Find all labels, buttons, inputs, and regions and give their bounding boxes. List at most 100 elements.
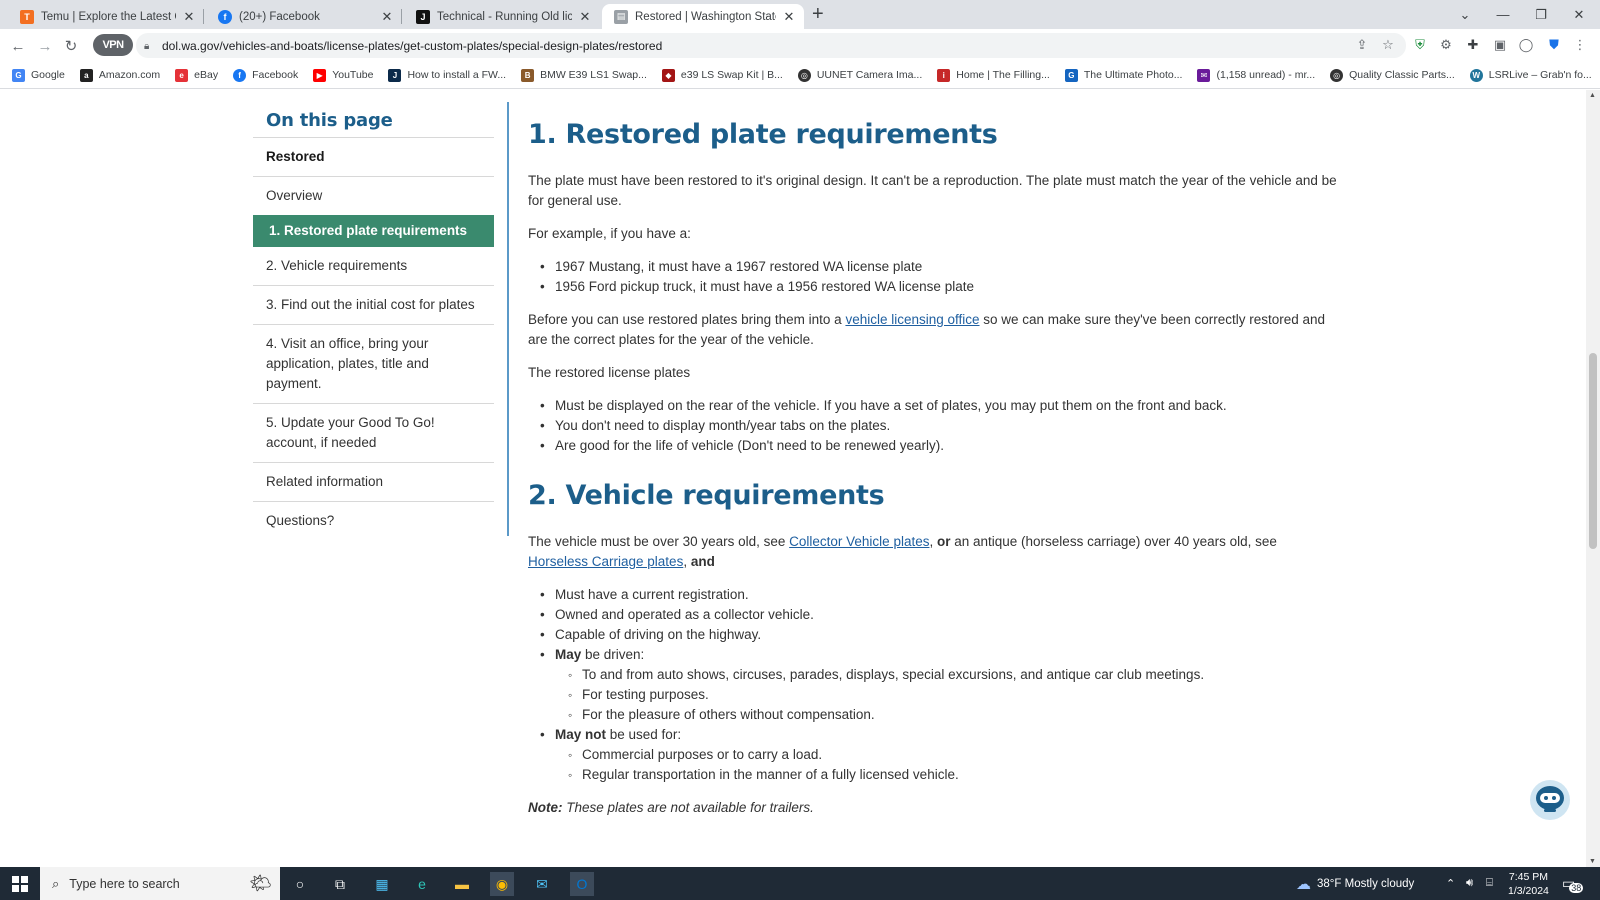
forum-icon: J xyxy=(416,9,430,24)
paragraph: The plate must have been restored to it'… xyxy=(528,173,1337,208)
list-item: Capable of driving on the highway. xyxy=(528,625,1338,645)
close-tab-icon[interactable]: ✕ xyxy=(380,9,394,25)
reload-icon[interactable]: ↻ xyxy=(61,36,81,56)
clock[interactable]: 7:45 PM 1/3/2024 xyxy=(1508,867,1549,900)
vpn-badge[interactable]: VPN xyxy=(93,34,133,56)
list-item: To and from auto shows, circuses, parade… xyxy=(555,665,1338,685)
task-view-icon[interactable]: ⧉ xyxy=(328,872,352,896)
scroll-up-arrow[interactable]: ▲ xyxy=(1589,92,1596,99)
toc-item-initial-cost[interactable]: 3. Find out the initial cost for plates xyxy=(253,285,494,324)
side-panel-icon[interactable]: ▣ xyxy=(1492,37,1508,53)
taskbar-search[interactable]: ⌕ Type here to search 🌤︎ xyxy=(40,867,280,900)
bookmark-ebay[interactable]: e eBay xyxy=(175,68,218,82)
chatbot-icon[interactable] xyxy=(1530,780,1570,820)
address-bar[interactable]: 🔒︎ dol.wa.gov/vehicles-and-boats/license… xyxy=(136,33,1406,58)
bookmark-facebook[interactable]: f Facebook xyxy=(233,68,298,82)
cortana-icon[interactable]: ○ xyxy=(288,872,312,896)
mail-icon[interactable]: ✉ xyxy=(530,872,554,896)
toc-item-vehicle-requirements[interactable]: 2. Vehicle requirements xyxy=(253,247,494,285)
bookmark-filling[interactable]: i Home | The Filling... xyxy=(937,68,1050,82)
globe-icon: ◎ xyxy=(1330,68,1344,82)
restore-button[interactable]: ❐ xyxy=(1522,0,1560,29)
extension-gear-icon[interactable]: ⚙ xyxy=(1438,37,1454,53)
notification-center-icon[interactable]: ▭ 38 xyxy=(1562,867,1584,900)
extensions-puzzle-icon[interactable]: ✚ xyxy=(1465,37,1481,53)
list-item: Owned and operated as a collector vehicl… xyxy=(528,605,1338,625)
page-scrollbar[interactable]: ▲ ▼ xyxy=(1586,90,1600,867)
cloud-icon: ☁ xyxy=(1296,875,1311,893)
paragraph: The restored license plates xyxy=(528,365,691,380)
back-icon[interactable]: ← xyxy=(8,36,28,56)
bookmark-lsrlive[interactable]: W LSRLive – Grab'n fo... xyxy=(1469,68,1592,82)
windows-taskbar: ⌕ Type here to search 🌤︎ ○ ⧉ ▦ e ▬ ◉ ✉ O… xyxy=(0,867,1600,900)
close-tab-icon[interactable]: ✕ xyxy=(578,9,592,25)
tab-technical[interactable]: J Technical - Running Old license ✕ xyxy=(404,4,600,29)
bookmark-photo[interactable]: G The Ultimate Photo... xyxy=(1064,68,1182,82)
bookmark-google[interactable]: G Google xyxy=(12,68,65,82)
toc-item-restored-plate-requirements[interactable]: 1. Restored plate requirements xyxy=(253,215,494,247)
windows-start-icon[interactable] xyxy=(8,872,32,896)
bookmark-mail[interactable]: ✉ (1,158 unread) - mr... xyxy=(1197,68,1315,82)
file-explorer-icon[interactable]: ▬ xyxy=(450,872,474,896)
menu-icon[interactable]: ⋮ xyxy=(1572,37,1588,53)
filling-station-icon: i xyxy=(937,68,951,82)
plate-rules-list: Must be displayed on the rear of the veh… xyxy=(528,396,1338,456)
vehicle-rules-list: Must have a current registration. Owned … xyxy=(528,585,1338,785)
bookmark-bmw[interactable]: B BMW E39 LS1 Swap... xyxy=(521,68,647,82)
may-not-be-used-list: Commercial purposes or to carry a load. … xyxy=(555,745,1338,785)
toc-item-visit-office[interactable]: 4. Visit an office, bring your applicati… xyxy=(253,324,494,403)
toc-item-related-information[interactable]: Related information xyxy=(253,462,494,501)
volume-icon[interactable]: 🔊︎ xyxy=(1466,867,1473,900)
share-icon[interactable]: ⇪ xyxy=(1354,37,1370,53)
scrollbar-thumb[interactable] xyxy=(1589,353,1597,549)
bookmark-classic-parts[interactable]: ◎ Quality Classic Parts... xyxy=(1330,68,1455,82)
list-item: Must have a current registration. xyxy=(528,585,1338,605)
profile-icon[interactable]: ◯ xyxy=(1518,37,1534,53)
list-item: Commercial purposes or to carry a load. xyxy=(555,745,1338,765)
lock-icon: 🔒︎ xyxy=(144,40,150,52)
close-window-button[interactable]: ✕ xyxy=(1560,0,1598,29)
chrome-icon[interactable]: ◉ xyxy=(490,872,514,896)
forward-icon[interactable]: → xyxy=(35,36,55,56)
shield-extension-icon[interactable]: ⛨ xyxy=(1412,37,1428,53)
close-tab-icon[interactable]: ✕ xyxy=(182,9,196,25)
list-item: Must be displayed on the rear of the veh… xyxy=(528,396,1338,416)
section-heading-restored-plate-requirements: 1. Restored plate requirements xyxy=(528,119,998,150)
url-text: dol.wa.gov/vehicles-and-boats/license-pl… xyxy=(162,38,663,53)
collector-vehicle-plates-link[interactable]: Collector Vehicle plates xyxy=(789,534,929,549)
bookmark-uunet[interactable]: ◎ UUNET Camera Ima... xyxy=(797,68,922,82)
network-icon[interactable]: ⌸ xyxy=(1486,867,1493,900)
bmw-forum-icon: B xyxy=(521,68,535,82)
scroll-down-arrow[interactable]: ▼ xyxy=(1589,858,1596,865)
new-tab-button[interactable]: + xyxy=(812,4,824,24)
list-item: Are good for the life of vehicle (Don't … xyxy=(528,436,1338,456)
tab-strip: T Temu | Explore the Latest Clothing ✕ f… xyxy=(0,0,1600,29)
tab-search-icon[interactable]: ⌄ xyxy=(1446,0,1484,29)
tab-restored[interactable]: ▤ Restored | Washington State De ✕ xyxy=(602,4,804,29)
close-tab-icon[interactable]: ✕ xyxy=(782,9,796,25)
bookmark-swap-kit[interactable]: ◆ e39 LS Swap Kit | B... xyxy=(661,68,783,82)
bookmark-fw[interactable]: J How to install a FW... xyxy=(388,68,506,82)
bookmark-star-icon[interactable]: ☆ xyxy=(1380,37,1396,53)
paragraph: For example, if you have a: xyxy=(528,226,691,241)
list-item: You don't need to display month/year tab… xyxy=(528,416,1338,436)
browser-toolbar: ← → ↻ VPN 🔒︎ dol.wa.gov/vehicles-and-boa… xyxy=(0,29,1600,62)
outlook-icon[interactable]: O xyxy=(570,872,594,896)
bookmark-youtube[interactable]: ▶ YouTube xyxy=(313,68,373,82)
weather-tray[interactable]: ☁ 38°F Mostly cloudy xyxy=(1296,867,1414,900)
toc-item-overview[interactable]: Overview xyxy=(253,176,494,215)
toc-item-good-to-go[interactable]: 5. Update your Good To Go! account, if n… xyxy=(253,403,494,462)
toc-item-questions[interactable]: Questions? xyxy=(253,501,494,540)
tab-facebook[interactable]: f (20+) Facebook ✕ xyxy=(206,4,402,29)
bookmark-amazon[interactable]: a Amazon.com xyxy=(79,68,160,82)
minimize-button[interactable]: — xyxy=(1484,0,1522,29)
vpn-shield-icon[interactable]: ⛊ xyxy=(1546,37,1562,53)
vehicle-licensing-office-link[interactable]: vehicle licensing office xyxy=(845,312,979,327)
show-hidden-icons[interactable]: ⌃ xyxy=(1446,867,1455,900)
edge-icon[interactable]: e xyxy=(410,872,434,896)
horseless-carriage-plates-link[interactable]: Horseless Carriage plates xyxy=(528,554,683,569)
toc-item-restored[interactable]: Restored xyxy=(253,137,494,176)
search-icon: ⌕ xyxy=(52,875,60,891)
tab-temu[interactable]: T Temu | Explore the Latest Clothing ✕ xyxy=(8,4,204,29)
store-icon[interactable]: ▦ xyxy=(370,872,394,896)
